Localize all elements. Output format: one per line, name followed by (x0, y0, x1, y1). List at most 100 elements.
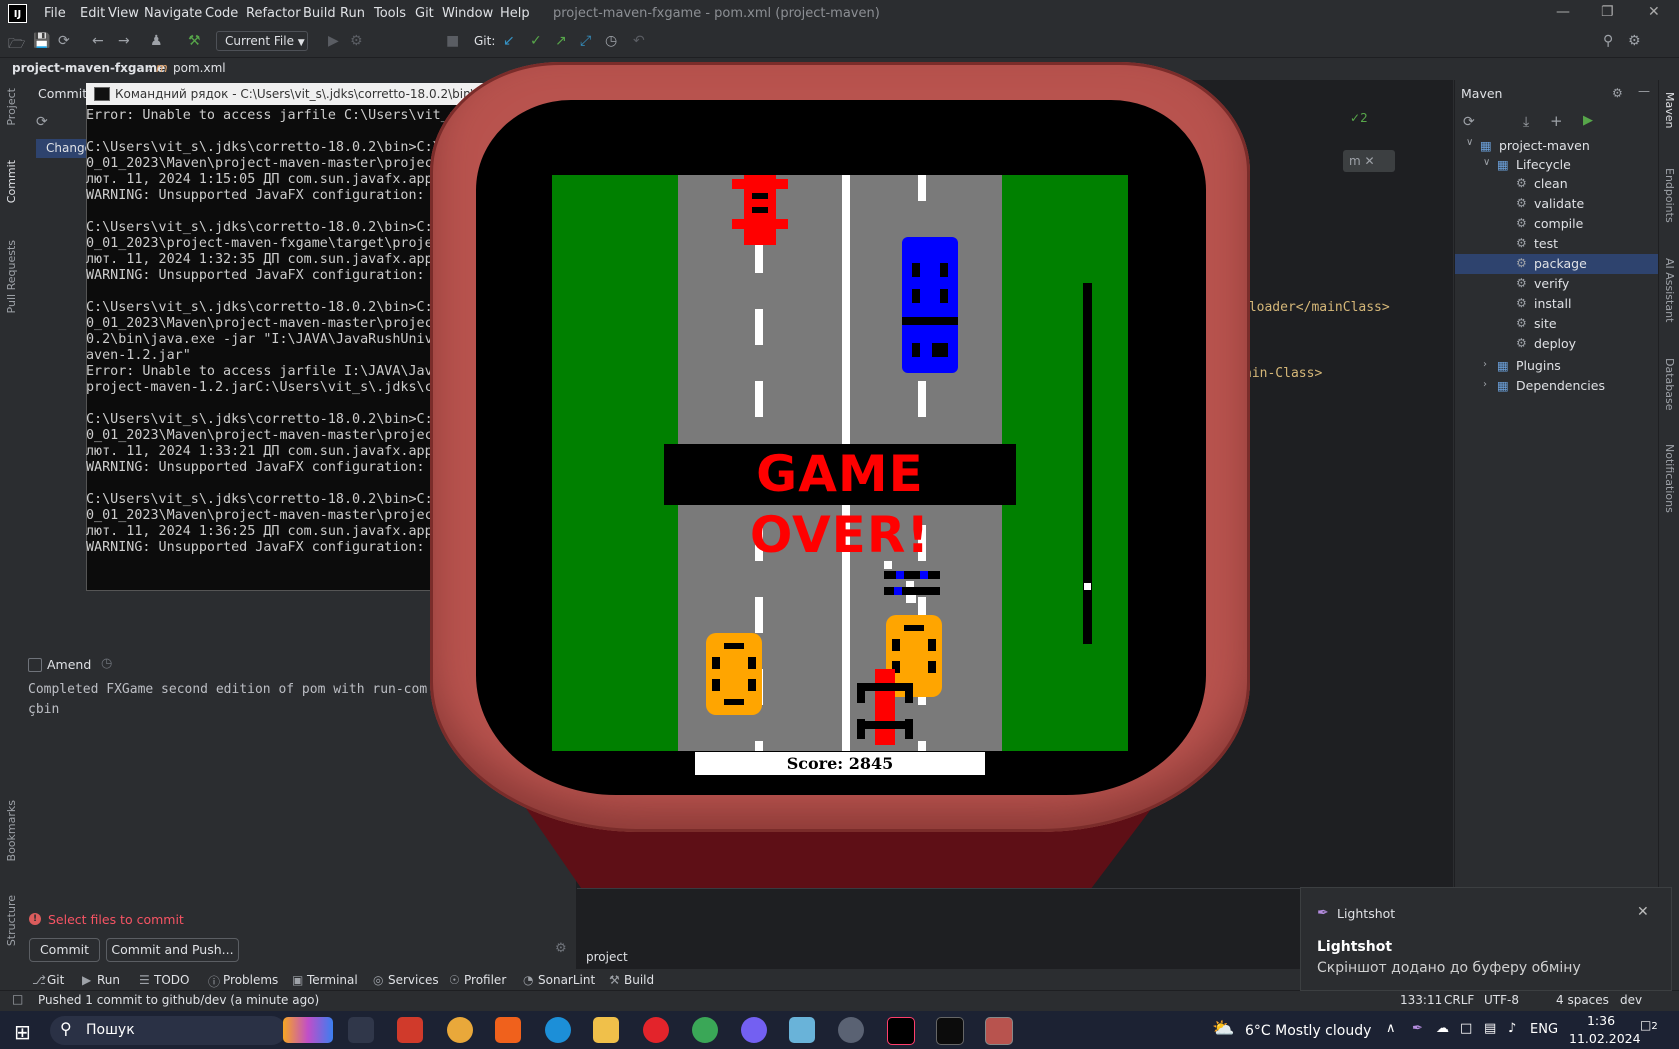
menu-tools[interactable]: Tools (374, 6, 406, 21)
game-taskbar-icon[interactable] (985, 1017, 1013, 1045)
terminal-tab-project[interactable]: project (586, 950, 628, 964)
maven-lifecycle[interactable]: Lifecycle (1516, 157, 1571, 172)
git-branch[interactable]: dev (1620, 993, 1642, 1007)
tray-cloud-icon[interactable]: ☁ (1436, 1021, 1449, 1036)
notification-center-icon[interactable]: □2 (1640, 1018, 1664, 1040)
chevron-right-icon[interactable]: › (1483, 359, 1487, 370)
edge-icon[interactable] (545, 1017, 571, 1043)
tool-commit[interactable]: Commit (5, 160, 18, 203)
download-icon[interactable]: ⤓ (1523, 114, 1529, 130)
history-icon[interactable]: ◷ (605, 33, 617, 49)
tool-endpoints[interactable]: Endpoints (1663, 168, 1676, 223)
stop-icon[interactable]: ■ (446, 33, 459, 49)
tool-ai-assistant[interactable]: AI Assistant (1663, 258, 1676, 322)
maven-phase-install[interactable]: install (1534, 296, 1571, 311)
maximize-icon[interactable]: ❐ (1601, 4, 1614, 20)
viber-icon[interactable] (741, 1017, 767, 1043)
menu-git[interactable]: Git (415, 6, 434, 21)
amend-checkbox[interactable] (28, 658, 42, 672)
status-icon[interactable]: □ (12, 992, 23, 1006)
menu-refactor[interactable]: Refactor (246, 6, 301, 21)
chevron-right-icon[interactable]: › (1483, 379, 1487, 390)
run-configuration-select[interactable]: Current File ▼ (216, 31, 308, 51)
rollback-icon[interactable]: ↶ (633, 33, 645, 49)
search-icon[interactable]: ⚲ (1603, 33, 1613, 49)
git-commit-icon[interactable]: ✓ (530, 33, 542, 49)
intellij-taskbar-icon[interactable] (887, 1017, 915, 1045)
taskbar-search[interactable]: ⚲ Пошук (50, 1016, 286, 1045)
copilot-icon[interactable] (283, 1017, 333, 1043)
terminal-taskbar-icon[interactable] (936, 1017, 964, 1045)
refresh-icon[interactable]: ⟳ (36, 114, 48, 130)
user-icon[interactable]: ♟ (150, 33, 163, 49)
maven-phase-compile[interactable]: compile (1534, 216, 1583, 231)
maven-reload-badge[interactable]: m ✕ (1343, 150, 1395, 172)
tool-tab-sonarlint[interactable]: SonarLint (538, 973, 595, 987)
maven-phase-clean[interactable]: clean (1534, 176, 1568, 191)
maven-phase-validate[interactable]: validate (1534, 196, 1584, 211)
tray-feather-icon[interactable]: ✒ (1412, 1021, 1423, 1036)
chevron-down-icon[interactable]: ∨ (1466, 137, 1473, 148)
task-view-icon[interactable] (348, 1017, 374, 1043)
tool-project[interactable]: Project (5, 88, 18, 126)
clock-icon[interactable]: ◷ (101, 656, 112, 671)
git-fetch-icon[interactable]: ⤢ (580, 33, 591, 49)
menu-build[interactable]: Build (303, 6, 336, 21)
menu-file[interactable]: File (44, 6, 66, 21)
menu-help[interactable]: Help (500, 6, 530, 21)
reload-icon[interactable]: ⟳ (1463, 114, 1475, 130)
tool-tab-build[interactable]: Build (624, 973, 654, 987)
notepad-icon[interactable] (789, 1017, 815, 1043)
volume-icon[interactable]: ♪ (1508, 1021, 1516, 1036)
menu-run[interactable]: Run (340, 6, 365, 21)
tool-tab-todo[interactable]: TODO (154, 973, 189, 987)
file-encoding[interactable]: UTF-8 (1484, 993, 1519, 1007)
maven-plugins[interactable]: Plugins (1516, 358, 1561, 373)
commit-settings-icon[interactable]: ⚙ (555, 941, 567, 956)
breadcrumb-file[interactable]: pom.xml (173, 61, 226, 75)
acrobat-icon[interactable] (397, 1017, 423, 1043)
status-message[interactable]: Pushed 1 commit to github/dev (a minute … (38, 993, 319, 1007)
back-icon[interactable]: ← (92, 33, 104, 49)
folder-icon[interactable]: 🗁 (8, 33, 25, 57)
forward-icon[interactable]: → (118, 33, 130, 49)
close-window-icon[interactable]: ✕ (1648, 4, 1660, 20)
commit-and-push-button[interactable]: Commit and Push... (106, 938, 239, 962)
menu-navigate[interactable]: Navigate (144, 6, 202, 21)
save-icon[interactable]: 💾 (33, 33, 50, 49)
file-explorer-icon[interactable] (593, 1017, 619, 1043)
git-push-icon[interactable]: ↗ (555, 33, 567, 49)
tool-tab-terminal[interactable]: Terminal (307, 973, 358, 987)
tab-commit[interactable]: Commit (38, 86, 87, 101)
tool-database[interactable]: Database (1663, 358, 1676, 411)
run-icon[interactable]: ▶ (328, 33, 339, 49)
settings-icon[interactable]: ⚙ (1628, 33, 1641, 49)
tool-tab-profiler[interactable]: Profiler (464, 973, 506, 987)
commit-button[interactable]: Commit (29, 938, 100, 962)
debug-icon[interactable]: ⚙ (350, 33, 363, 49)
commit-message-field[interactable]: Completed FXGame second edition of pom w… (28, 682, 427, 717)
inspection-ok-icon[interactable]: ✓2 (1350, 111, 1368, 125)
language-indicator[interactable]: ENG (1530, 1022, 1558, 1037)
tool-maven[interactable]: Maven (1663, 92, 1676, 128)
opera-icon[interactable] (643, 1017, 669, 1043)
tool-tab-services[interactable]: Services (388, 973, 439, 987)
tool-pull-requests[interactable]: Pull Requests (5, 240, 18, 313)
maven-settings-icon[interactable]: ⚙ (1612, 86, 1623, 100)
sync-icon[interactable]: ⟳ (58, 33, 70, 49)
intellij-logo-icon[interactable]: IJ (8, 4, 27, 23)
menu-code[interactable]: Code (205, 6, 238, 21)
indent-setting[interactable]: 4 spaces (1556, 993, 1609, 1007)
add-icon[interactable]: + (1550, 112, 1563, 130)
close-notification-icon[interactable]: ✕ (1637, 904, 1649, 920)
tray-chevron-icon[interactable]: ∧ (1386, 1021, 1396, 1036)
maven-phase-site[interactable]: site (1534, 316, 1557, 331)
git-update-icon[interactable]: ↙ (503, 33, 515, 49)
tool-notifications[interactable]: Notifications (1663, 444, 1676, 513)
tool-tab-run[interactable]: Run (97, 973, 120, 987)
tray-display-icon[interactable]: □ (1460, 1021, 1472, 1036)
network-icon[interactable]: ▤ (1484, 1021, 1496, 1036)
breadcrumb-project[interactable]: project-maven-fxgame (12, 61, 165, 75)
maven-phase-package[interactable]: package (1534, 256, 1587, 271)
caret-position[interactable]: 133:11 (1400, 993, 1442, 1007)
